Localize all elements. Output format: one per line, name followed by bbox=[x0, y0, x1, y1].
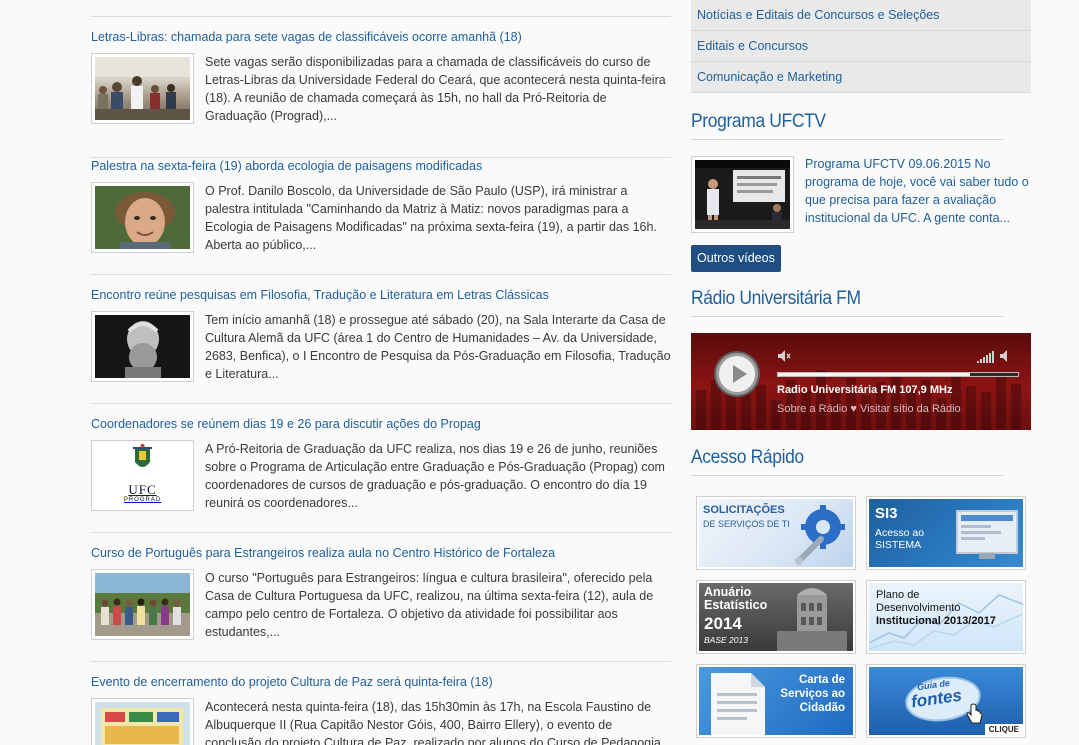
ufctv-video-thumbnail[interactable] bbox=[691, 156, 794, 233]
tile-guia-line3: CLIQUE bbox=[984, 724, 1023, 735]
news-thumbnail[interactable] bbox=[91, 698, 194, 745]
sidebar-links: Notícias e Editais de Concursos e Seleçõ… bbox=[691, 0, 1031, 93]
news-divider bbox=[91, 532, 671, 533]
building-icon bbox=[777, 588, 847, 651]
news-thumbnail[interactable]: UFC PROGRAD bbox=[91, 440, 194, 511]
news-title-link[interactable]: Encontro reúne pesquisas em Filosofia, T… bbox=[91, 287, 671, 303]
classroom-photo bbox=[95, 57, 190, 120]
sidebar-link-editais-concursos[interactable]: Editais e Concursos bbox=[691, 31, 1031, 62]
portrait-photo bbox=[95, 186, 190, 249]
tile-carta-servicos[interactable]: Carta de Serviços ao Cidadão bbox=[696, 664, 856, 738]
tile-pdi-line2: Desenvolvimento bbox=[876, 602, 961, 614]
sidebar-link-comunicacao-marketing[interactable]: Comunicação e Marketing bbox=[691, 62, 1031, 93]
radio-about-link[interactable]: Sobre a Rádio bbox=[777, 403, 847, 415]
news-divider bbox=[91, 661, 671, 662]
news-item: Curso de Português para Estrangeiros rea… bbox=[91, 545, 671, 662]
bust-sculpture-photo bbox=[95, 315, 190, 378]
tile-si3-line3: SISTEMA bbox=[875, 539, 922, 551]
tile-pdi-line3: Institucional 2013/2017 bbox=[876, 615, 996, 627]
monitor-icon bbox=[956, 510, 1018, 559]
tile-solicitacoes-ti[interactable]: SOLICITAÇÕES DE SERVIÇOS DE TI bbox=[696, 496, 856, 570]
radio-volume-slider[interactable] bbox=[777, 372, 1019, 377]
tile-solicitacoes-line2: DE SERVIÇOS DE TI bbox=[703, 519, 790, 529]
tile-carta-line1: Carta de bbox=[798, 674, 845, 686]
group-photo bbox=[95, 573, 190, 636]
section-title-acesso-rapido: Acesso Rápido bbox=[691, 447, 1004, 476]
tile-anuario-estatistico[interactable]: Anuário Estatístico 2014 BASE 2013 bbox=[696, 580, 856, 654]
section-title-ufctv: Programa UFCTV bbox=[691, 111, 1004, 140]
ufctv-video-description-link[interactable]: Programa UFCTV 09.06.2015 No programa de… bbox=[805, 155, 1031, 227]
tile-carta-line3: Cidadão bbox=[799, 702, 845, 714]
mute-icon[interactable] bbox=[777, 349, 791, 363]
banner-photo bbox=[95, 702, 190, 745]
tile-si3-line2: Acesso ao bbox=[875, 527, 925, 539]
news-item: Letras-Libras: chamada para sete vagas d… bbox=[91, 29, 671, 158]
news-thumbnail[interactable] bbox=[91, 53, 194, 124]
volume-bars bbox=[977, 351, 994, 363]
ufc-logo-text: UFC bbox=[128, 482, 157, 497]
gear-tools-icon bbox=[795, 505, 845, 565]
tile-solicitacoes-line1: SOLICITAÇÕES bbox=[703, 504, 785, 516]
news-thumbnail[interactable] bbox=[91, 311, 194, 382]
radio-links: Sobre a Rádio ♥ Visitar sítio da Rádio bbox=[777, 403, 961, 415]
news-title-link[interactable]: Evento de encerramento do projeto Cultur… bbox=[91, 674, 671, 690]
sidebar-link-noticias-editais[interactable]: Notícias e Editais de Concursos e Seleçõ… bbox=[691, 0, 1031, 31]
tile-carta-line2: Serviços ao bbox=[780, 688, 845, 700]
news-item: Palestra na sexta-feira (19) aborda ecol… bbox=[91, 158, 671, 275]
radio-link-separator: ♥ bbox=[850, 403, 857, 415]
tile-pdi-line1: Plano de bbox=[876, 589, 920, 601]
news-divider bbox=[91, 403, 671, 404]
news-title-link[interactable]: Letras-Libras: chamada para sete vagas d… bbox=[91, 29, 671, 45]
document-icon bbox=[711, 673, 765, 735]
news-summary: Acontecerá nesta quinta-feira (18), das … bbox=[205, 700, 661, 745]
hand-cursor-icon bbox=[966, 703, 983, 724]
radio-station-name: Radio Universitária FM 107,9 MHz bbox=[777, 384, 953, 396]
page: Letras-Libras: chamada para sete vagas d… bbox=[0, 0, 1079, 745]
news-summary: Tem início amanhã (18) e prossegue até s… bbox=[205, 313, 671, 381]
news-item: Coordenadores se reúnem dias 19 e 26 par… bbox=[91, 416, 671, 533]
ufc-crest-icon bbox=[133, 444, 152, 467]
tile-si3[interactable]: SI3 Acesso ao SISTEMA bbox=[866, 496, 1026, 570]
news-thumbnail[interactable] bbox=[91, 182, 194, 253]
news-divider bbox=[91, 274, 671, 275]
radio-visit-link[interactable]: Visitar sítio da Rádio bbox=[860, 403, 961, 415]
volume-fill bbox=[778, 373, 970, 376]
tile-plano-desenvolvimento[interactable]: Plano de Desenvolvimento Institucional 2… bbox=[866, 580, 1026, 654]
news-title-link[interactable]: Coordenadores se reúnem dias 19 e 26 par… bbox=[91, 416, 671, 432]
news-title-link[interactable]: Curso de Português para Estrangeiros rea… bbox=[91, 545, 671, 561]
radio-play-button[interactable] bbox=[716, 353, 758, 395]
news-thumbnail[interactable] bbox=[91, 569, 194, 640]
tile-guia-fontes[interactable]: Guia de fontes CLIQUE bbox=[866, 664, 1026, 738]
news-summary: Sete vagas serão disponibilizadas para a… bbox=[205, 55, 666, 123]
prograd-logo-text: PROGRAD bbox=[123, 497, 162, 503]
news-summary: O curso "Português para Estrangeiros: lí… bbox=[205, 571, 654, 639]
tile-anuario-line3: 2014 bbox=[704, 614, 742, 633]
tv-studio-photo bbox=[695, 160, 790, 229]
outros-videos-button[interactable]: Outros vídeos bbox=[691, 245, 781, 272]
volume-max-icon[interactable] bbox=[999, 349, 1013, 363]
radio-player: Radio Universitária FM 107,9 MHz Sobre a… bbox=[691, 333, 1031, 430]
news-summary: O Prof. Danilo Boscolo, da Universidade … bbox=[205, 184, 657, 252]
top-divider bbox=[91, 16, 671, 17]
tile-anuario-line4: BASE 2013 bbox=[704, 635, 748, 645]
news-title-link[interactable]: Palestra na sexta-feira (19) aborda ecol… bbox=[91, 158, 671, 174]
news-item: Evento de encerramento do projeto Cultur… bbox=[91, 674, 671, 745]
tile-si3-line1: SI3 bbox=[875, 505, 898, 522]
tile-anuario-line2: Estatístico bbox=[704, 598, 768, 612]
news-item: Encontro reúne pesquisas em Filosofia, T… bbox=[91, 287, 671, 404]
news-summary: A Pró-Reitoria de Graduação da UFC reali… bbox=[205, 442, 665, 510]
section-title-radio: Rádio Universitária FM bbox=[691, 288, 1004, 317]
